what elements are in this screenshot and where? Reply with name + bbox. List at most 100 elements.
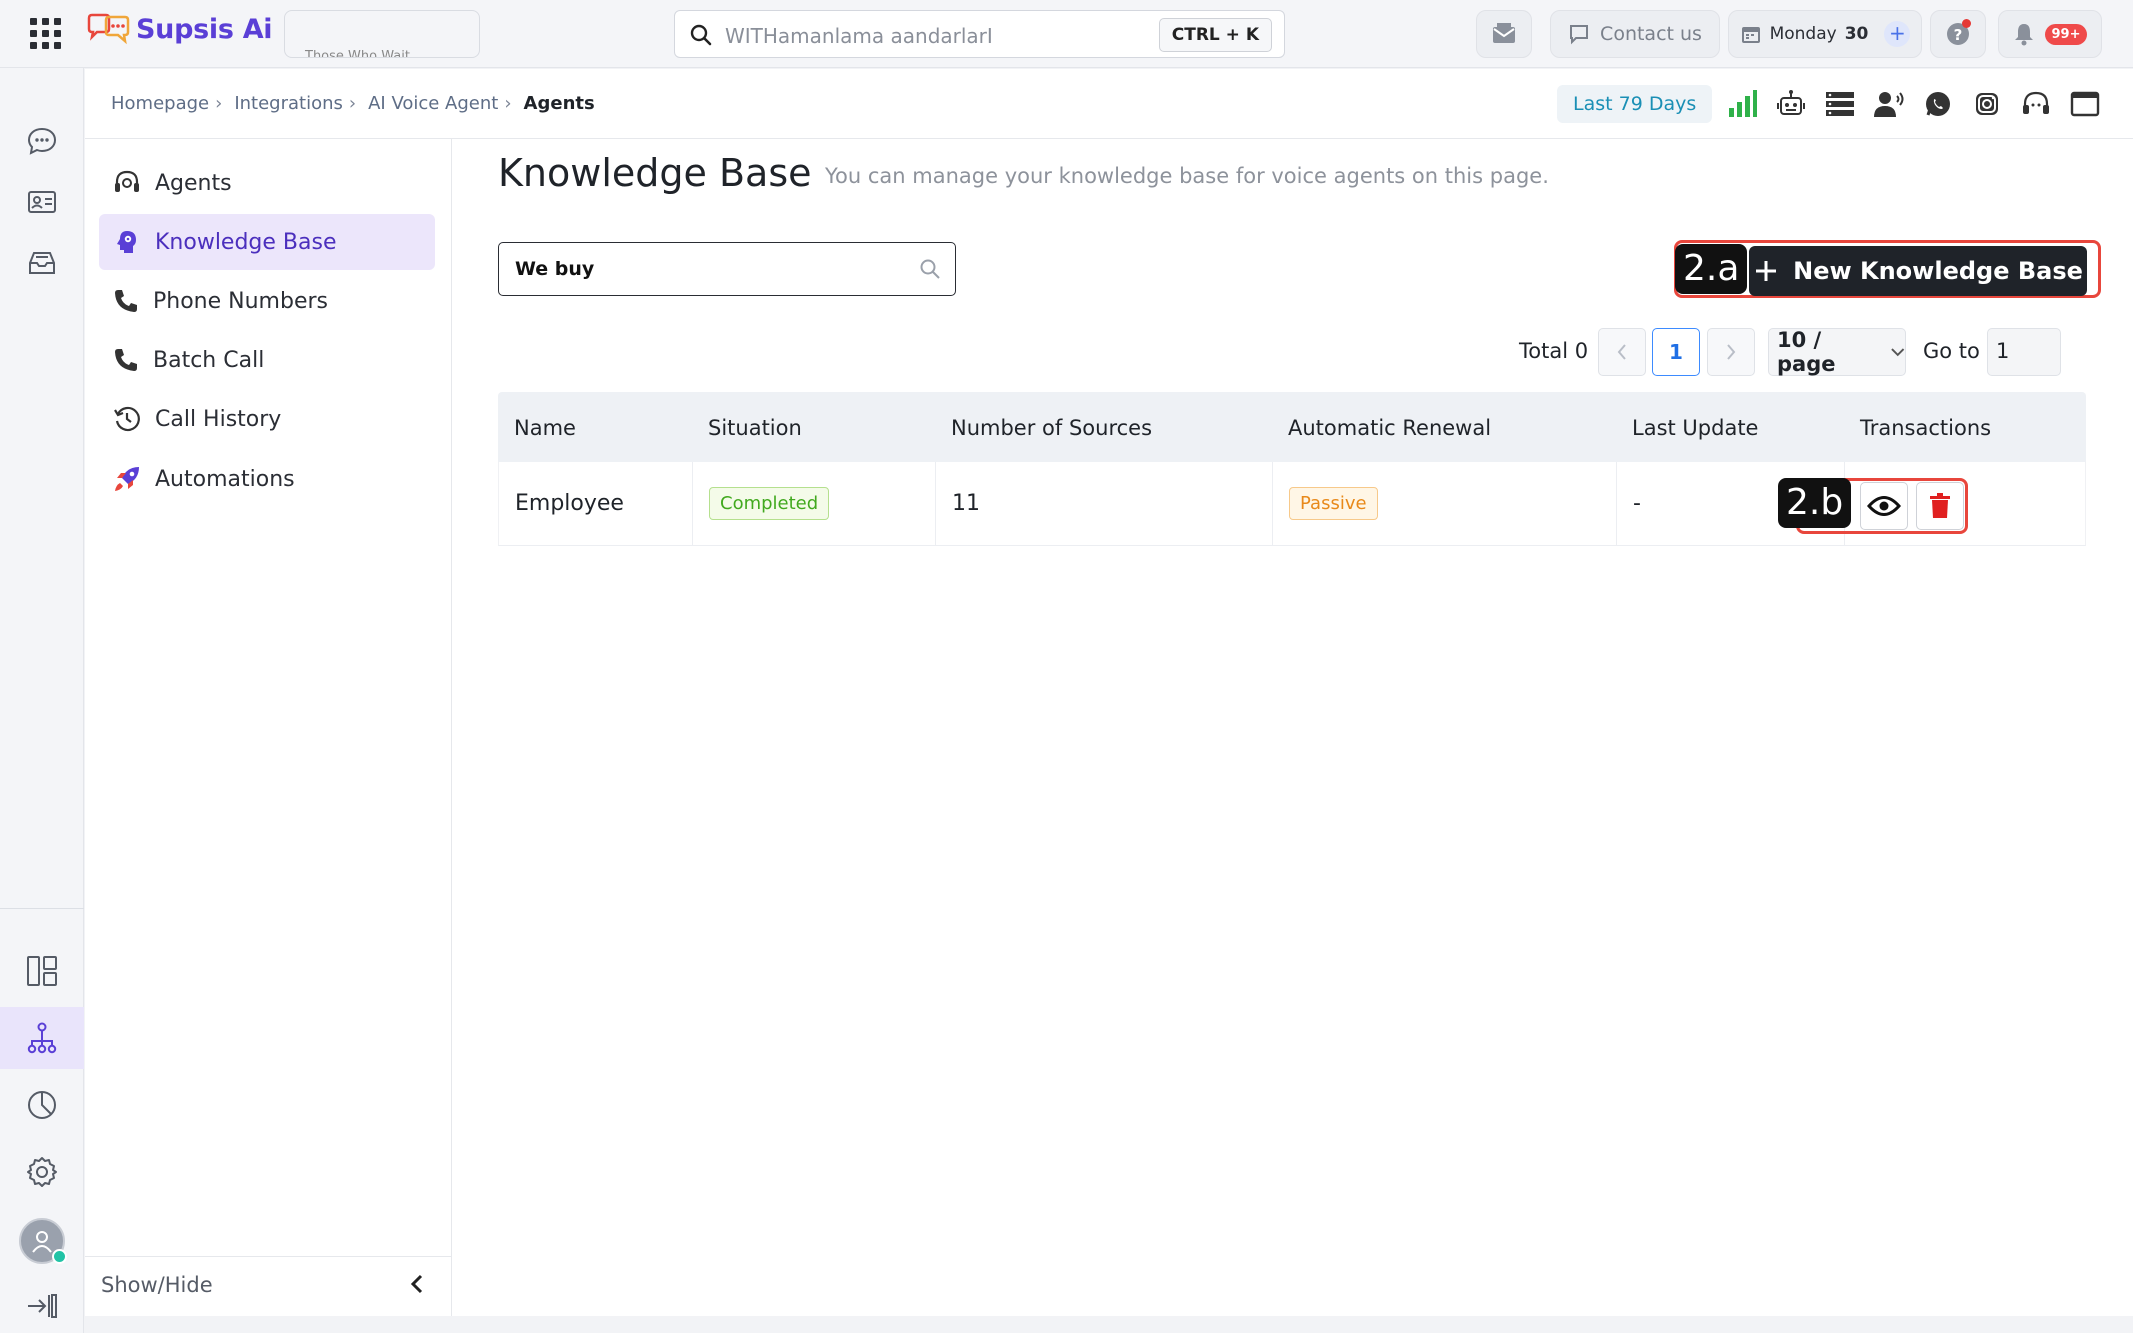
apps-grid-icon[interactable]: [30, 18, 61, 49]
hierarchy-icon: [27, 1022, 57, 1054]
subnav-item-phone-numbers[interactable]: Phone Numbers: [99, 273, 435, 329]
date-day: Monday: [1769, 24, 1837, 44]
help-button[interactable]: ?: [1930, 10, 1986, 58]
inbox-icon: [29, 252, 55, 274]
headset-icon: [115, 170, 139, 192]
bell-icon: [2014, 24, 2033, 46]
tool-bot[interactable]: [1774, 87, 1808, 121]
global-search[interactable]: WITHamanlama aandarlarI CTRL + K: [674, 10, 1285, 58]
dashboard-icon: [27, 956, 57, 986]
rail-chats[interactable]: [0, 110, 84, 172]
breadcrumb-ai-voice-agent[interactable]: AI Voice Agent: [368, 93, 498, 114]
subnav-label: Knowledge Base: [155, 229, 337, 255]
chat-bubble-icon: [27, 127, 57, 155]
pagination-page[interactable]: 1: [1652, 328, 1700, 376]
tool-queue[interactable]: [1823, 87, 1857, 121]
phone-icon: [115, 349, 137, 371]
page-subtitle: You can manage your knowledge base for v…: [825, 164, 1549, 188]
pagination-next[interactable]: [1707, 328, 1755, 376]
add-event-icon[interactable]: +: [1884, 21, 1911, 47]
rail-reports[interactable]: [0, 1074, 84, 1136]
brand-name: Supsis Ai: [136, 13, 273, 45]
page-size-select[interactable]: 10 / page: [1768, 328, 1906, 376]
breadcrumb-separator: ›: [215, 93, 223, 114]
top-bar: Supsis Ai Those Who Wait WITHamanlama aa…: [0, 0, 2133, 68]
column-header-situation: Situation: [708, 416, 802, 440]
trash-icon: [1930, 493, 1950, 518]
view-button[interactable]: [1860, 482, 1908, 530]
tool-support[interactable]: [2019, 87, 2053, 121]
contact-card-icon: [28, 191, 56, 213]
waiting-tab[interactable]: Those Who Wait: [284, 10, 480, 58]
breadcrumb-separator: ›: [504, 93, 512, 114]
subnav-item-automations[interactable]: Automations: [99, 451, 435, 507]
rail-integrations[interactable]: [0, 1007, 84, 1069]
subnav-label: Agents: [155, 170, 232, 196]
date-range-button[interactable]: Last 79 Days: [1557, 85, 1713, 123]
column-header-last-update: Last Update: [1632, 416, 1759, 440]
brain-icon: [117, 231, 136, 253]
search-placeholder: WITHamanlama aandarlarI: [725, 24, 993, 48]
goto-page-input[interactable]: 1: [1987, 328, 2061, 376]
cell-name: Employee: [499, 462, 693, 545]
chevron-left-icon: [1617, 344, 1626, 360]
breadcrumb-homepage[interactable]: Homepage: [111, 93, 209, 114]
tool-window[interactable]: [2068, 87, 2102, 121]
tool-whatsapp[interactable]: [1921, 87, 1955, 121]
robot-icon: [1777, 90, 1805, 115]
breadcrumb-bar: Homepage › Integrations › AI Voice Agent…: [85, 69, 2133, 139]
rail-divider: [0, 908, 84, 909]
column-header-renewal: Automatic Renewal: [1288, 416, 1492, 440]
rail-profile[interactable]: [0, 1210, 84, 1272]
notifications-button[interactable]: 99+: [1998, 10, 2102, 58]
subnav-label: Phone Numbers: [153, 288, 328, 314]
chevron-right-icon: [1727, 344, 1736, 360]
rail-inbox[interactable]: [0, 232, 84, 294]
rail-contacts[interactable]: [0, 171, 84, 233]
chevron-left-icon[interactable]: [410, 1273, 424, 1295]
avatar[interactable]: [19, 1218, 67, 1264]
tool-instagram[interactable]: [1970, 87, 2004, 121]
delete-button[interactable]: [1916, 482, 1964, 530]
show-hide-label[interactable]: Show/Hide: [101, 1273, 213, 1297]
phone-icon: [115, 290, 137, 312]
subnav-footer: Show/Hide: [85, 1256, 452, 1316]
page-title: Knowledge Base: [498, 151, 812, 195]
breadcrumb: Homepage › Integrations › AI Voice Agent…: [111, 93, 595, 114]
svg-text:?: ?: [1954, 26, 1963, 44]
help-alert-dot: [1962, 19, 1971, 28]
contact-us-button[interactable]: Contact us: [1550, 10, 1720, 58]
rail-dashboard[interactable]: [0, 940, 84, 1002]
chevron-down-icon: [1890, 348, 1904, 357]
rail-logout[interactable]: [0, 1275, 84, 1333]
mail-button[interactable]: [1476, 10, 1532, 58]
subnav-label: Automations: [155, 466, 295, 492]
left-rail: [0, 68, 84, 1333]
window-icon: [2070, 91, 2100, 117]
column-header-transactions: Transactions: [1860, 416, 1992, 440]
page-size-value: 10 / page: [1777, 328, 1836, 376]
subnav-item-call-history[interactable]: Call History: [99, 391, 435, 447]
breadcrumb-integrations[interactable]: Integrations: [234, 93, 343, 114]
brand-logo[interactable]: Supsis Ai: [86, 12, 273, 46]
new-knowledge-base-button[interactable]: New Knowledge Base: [1749, 246, 2087, 296]
tool-agents[interactable]: [1872, 87, 1906, 121]
mail-icon: [1493, 23, 1515, 43]
subnav-label: Call History: [155, 406, 282, 432]
pagination-prev[interactable]: [1598, 328, 1646, 376]
chat-icon: [1570, 25, 1589, 45]
knowledge-base-search-input[interactable]: We buy: [498, 242, 956, 296]
rail-settings[interactable]: [0, 1141, 84, 1203]
new-knowledge-base-label: New Knowledge Base: [1793, 257, 2083, 285]
date-widget[interactable]: Monday 30 +: [1728, 10, 1922, 58]
pagination-total: Total 0: [1519, 339, 1589, 363]
online-status-dot: [52, 1249, 67, 1264]
history-icon: [114, 406, 140, 432]
subnav-item-agents[interactable]: Agents: [99, 155, 435, 211]
subnav-item-knowledge-base[interactable]: Knowledge Base: [99, 214, 435, 270]
tool-stats[interactable]: [1725, 87, 1759, 121]
user-icon: [32, 1231, 52, 1253]
step-marker-2b: 2.b: [1778, 478, 1852, 528]
subnav-item-batch-call[interactable]: Batch Call: [99, 332, 435, 388]
logout-icon: [28, 1294, 57, 1318]
